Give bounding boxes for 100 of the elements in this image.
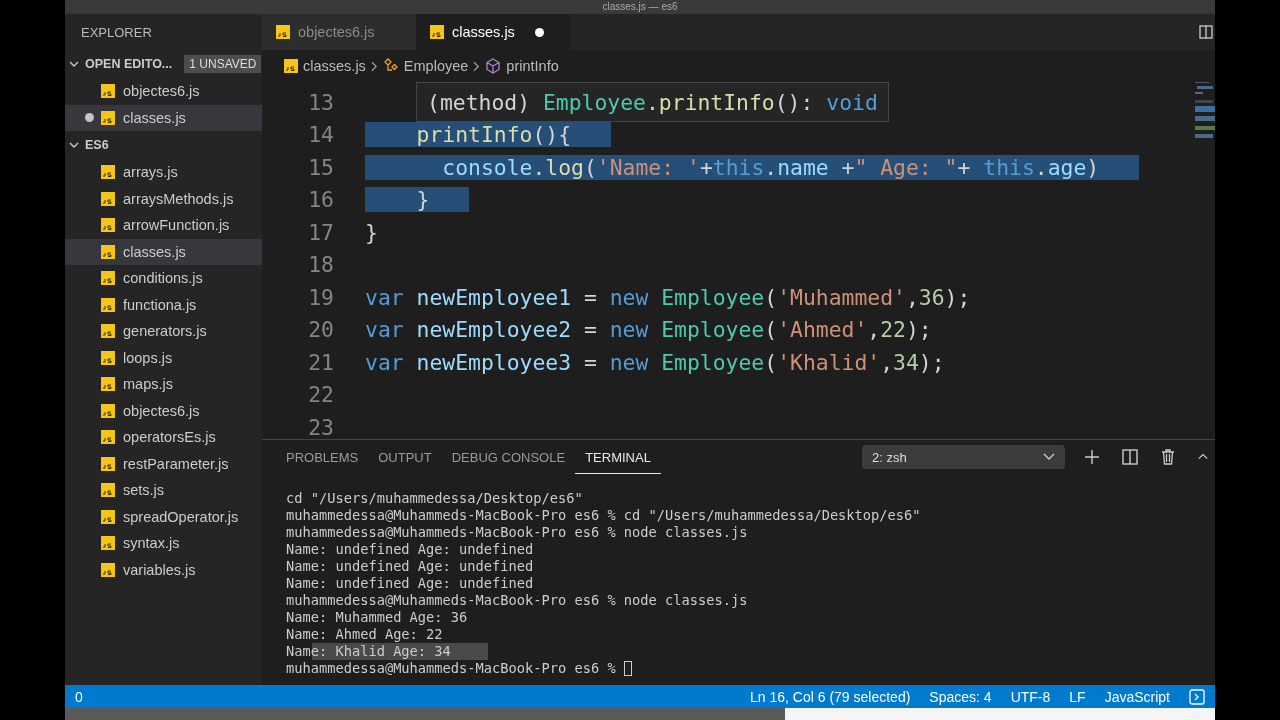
code-line: }	[365, 219, 379, 245]
js-file-icon	[276, 25, 290, 39]
file-name: conditions.js	[123, 270, 203, 287]
panel-tab[interactable]: TERMINAL	[575, 442, 661, 474]
file-item[interactable]: arrays.js	[65, 159, 262, 186]
code-line: var newEmployee2 = new Employee('Ahmed',22);	[365, 317, 933, 343]
js-file-icon	[101, 244, 115, 259]
open-editor-item[interactable]: classes.js	[65, 104, 262, 131]
breadcrumb-item[interactable]: Employee	[403, 58, 469, 74]
js-file-icon	[101, 562, 115, 577]
section-header[interactable]: OPEN EDITO...	[85, 57, 173, 71]
status-item[interactable]: JavaScript	[1104, 688, 1170, 705]
file-name: generators.js	[123, 323, 207, 340]
terminal-line: Name: undefined Age: undefined	[286, 558, 535, 575]
js-file-icon	[101, 509, 115, 524]
js-file-icon	[101, 271, 115, 286]
terminal-dropdown[interactable]: 2: zsh	[862, 445, 1065, 469]
js-file-icon	[101, 483, 115, 498]
file-item[interactable]: maps.js	[65, 371, 262, 398]
panel-tab[interactable]: DEBUG CONSOLE	[441, 442, 576, 474]
code-line: var newEmployee1 = new Employee('Muhammed',36);	[365, 284, 972, 310]
file-name: arrowFunction.js	[123, 217, 230, 234]
file-item[interactable]: restParameter.js	[65, 450, 262, 477]
js-file-icon	[101, 218, 115, 233]
sidebar-title: EXPLORER	[81, 24, 152, 40]
file-name: objectes6.js	[123, 83, 200, 100]
line-number: 17	[307, 219, 334, 245]
status-item[interactable]: 0	[75, 688, 83, 705]
file-item[interactable]: variables.js	[65, 556, 262, 583]
editor-tab[interactable]: objectes6.js	[262, 14, 416, 50]
plus-icon[interactable]	[1084, 449, 1100, 465]
line-number: 20	[307, 317, 334, 343]
hover-tooltip: (method) Employee.printInfo(): void	[416, 82, 889, 122]
status-item[interactable]: LF	[1069, 688, 1086, 705]
file-name: operatorsEs.js	[123, 429, 216, 446]
chevron-icon	[1043, 453, 1055, 461]
js-file-icon	[284, 59, 298, 73]
js-file-icon	[101, 403, 115, 418]
file-name: spreadOperator.js	[123, 508, 239, 525]
js-file-icon	[101, 456, 115, 471]
file-item[interactable]: generators.js	[65, 318, 262, 345]
trash-icon[interactable]	[1160, 449, 1176, 465]
status-item[interactable]: UTF-8	[1010, 688, 1051, 705]
file-name: restParameter.js	[123, 455, 229, 472]
line-number: 16	[307, 187, 334, 213]
chevron-icon[interactable]	[69, 59, 79, 69]
file-name: functiona.js	[123, 296, 197, 313]
split-editor-icon[interactable]	[1199, 25, 1213, 39]
file-item[interactable]: loops.js	[65, 344, 262, 371]
file-item[interactable]: classes.js	[65, 238, 262, 265]
breadcrumb-item[interactable]: classes.js	[303, 58, 366, 74]
terminal-line: cd "/Users/muhammedessa/Desktop/es6"	[286, 490, 584, 507]
panel-tab[interactable]: OUTPUT	[368, 442, 442, 474]
status-item[interactable]: Ln 16, Col 6 (79 selected)	[750, 688, 911, 705]
file-item[interactable]: functiona.js	[65, 291, 262, 318]
file-name: classes.js	[123, 109, 186, 126]
js-file-icon	[101, 110, 115, 125]
terminal-line: muhammedessa@Muhammeds-MacBook-Pro es6 % node classes.js	[286, 592, 749, 609]
js-file-icon	[101, 297, 115, 312]
terminal-line: Name: undefined Age: undefined	[286, 575, 535, 592]
chevron-icon[interactable]	[69, 140, 79, 150]
line-number: 22	[307, 382, 334, 408]
file-item[interactable]: spreadOperator.js	[65, 503, 262, 530]
file-item[interactable]: operatorsEs.js	[65, 424, 262, 451]
cube-icon	[485, 58, 502, 74]
line-number: 13	[307, 89, 334, 115]
line-number: 14	[307, 122, 334, 148]
js-file-icon	[101, 165, 115, 180]
js-file-icon	[101, 324, 115, 339]
terminal-line: Name: undefined Age: undefined	[286, 541, 535, 558]
file-item[interactable]: syntax.js	[65, 530, 262, 557]
file-item[interactable]: conditions.js	[65, 265, 262, 292]
breadcrumb-item[interactable]: printInfo	[506, 58, 559, 74]
js-file-icon	[430, 25, 444, 39]
file-name: arraysMethods.js	[123, 190, 234, 207]
file-name: arrays.js	[123, 164, 178, 181]
line-number: 23	[307, 414, 334, 439]
file-name: loops.js	[123, 349, 173, 366]
file-name: classes.js	[123, 243, 186, 260]
split-terminal-icon[interactable]	[1122, 449, 1138, 465]
terminal-line: muhammedessa@Muhammeds-MacBook-Pro es6 % cd "/Users/muhammedessa/Desktop/es6"	[286, 507, 922, 524]
editor-tab[interactable]: classes.js	[416, 14, 570, 50]
status-item[interactable]: Spaces: 4	[929, 688, 992, 705]
file-item[interactable]: objectes6.js	[65, 397, 262, 424]
js-file-icon	[101, 191, 115, 206]
line-number: 18	[307, 252, 334, 278]
folder-header[interactable]: ES6	[85, 138, 109, 152]
file-item[interactable]: arrowFunction.js	[65, 212, 262, 239]
file-item[interactable]: arraysMethods.js	[65, 185, 262, 212]
file-item[interactable]: sets.js	[65, 477, 262, 504]
unsaved-badge: 1 UNSAVED	[184, 55, 262, 73]
panel-tab[interactable]: PROBLEMS	[276, 442, 369, 474]
file-name: syntax.js	[123, 535, 180, 552]
terminal-line: muhammedessa@Muhammeds-MacBook-Pro es6 %	[286, 660, 1215, 677]
feedback-icon[interactable]	[1189, 688, 1205, 705]
js-file-icon	[101, 536, 115, 551]
line-number: 21	[307, 349, 334, 375]
js-file-icon	[101, 430, 115, 445]
line-number: 19	[307, 284, 334, 310]
open-editor-item[interactable]: objectes6.js	[65, 78, 262, 105]
